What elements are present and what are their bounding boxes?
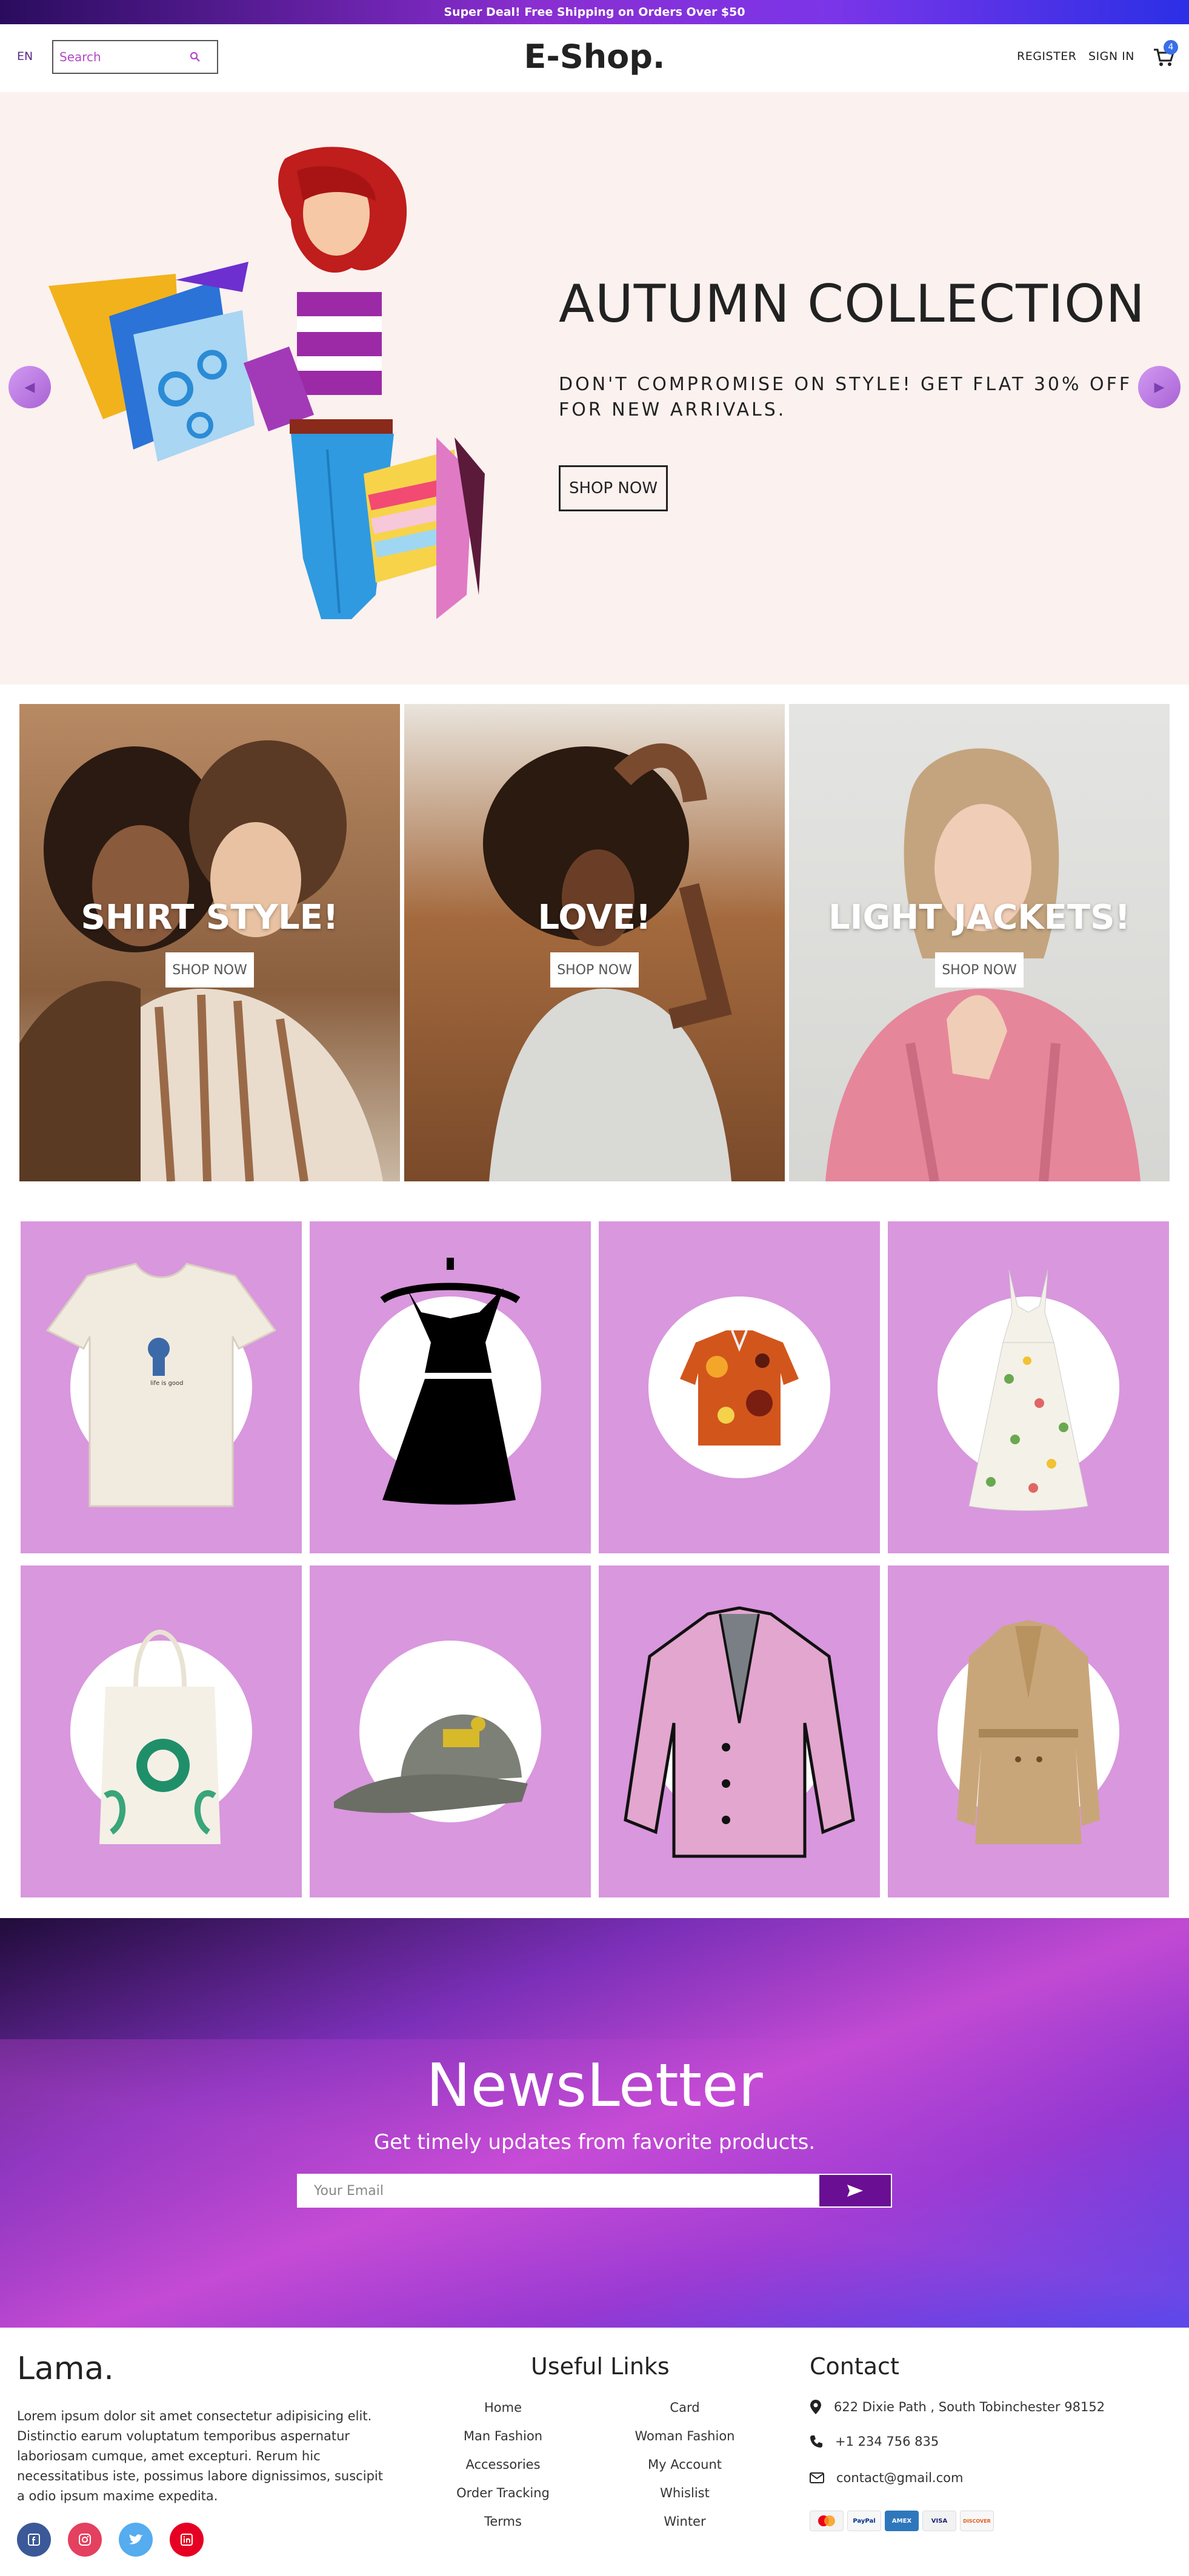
product-card-cap[interactable] (310, 1565, 591, 1897)
announcement-text: Super Deal! Free Shipping on Orders Over… (444, 5, 745, 19)
footer-link-woman-fashion[interactable]: Woman Fashion (594, 2429, 776, 2443)
tshirt-image: life is good (45, 1263, 277, 1507)
mastercard-icon (810, 2511, 844, 2531)
search-box[interactable] (52, 40, 218, 74)
search-input[interactable] (59, 50, 181, 64)
visa-icon: VISA (922, 2511, 956, 2531)
linkedin-icon[interactable] (170, 2523, 204, 2557)
paypal-label: PayPal (853, 2517, 876, 2525)
tote-bag-image (99, 1630, 221, 1844)
contact-phone: +1 234 756 835 (810, 2434, 939, 2449)
discover-icon: DISCOVER (960, 2511, 994, 2531)
category-card[interactable]: LIGHT JACKETS! SHOP NOW (789, 704, 1170, 1181)
visa-label: VISA (931, 2517, 948, 2525)
hero-description: DON'T COMPROMISE ON STYLE! GET FLAT 30% … (559, 374, 1133, 420)
category-image-jacket (825, 748, 1141, 1181)
facebook-icon[interactable] (17, 2523, 51, 2557)
category-shop-now-button[interactable]: SHOP NOW (935, 952, 1024, 988)
discover-label: DISCOVER (963, 2518, 991, 2524)
black-dress-image (380, 1258, 521, 1505)
useful-links-title: Useful Links (531, 2353, 670, 2380)
category-title: LOVE! (538, 898, 651, 937)
footer-link-home[interactable]: Home (412, 2400, 594, 2415)
footer-link-terms[interactable]: Terms (412, 2514, 594, 2529)
chevron-right-icon: ▶ (1154, 379, 1165, 395)
hero-illustration (48, 147, 485, 619)
address-text: 622 Dixie Path , South Tobinchester 9815… (834, 2400, 1105, 2414)
product-card-black-dress[interactable] (310, 1221, 591, 1553)
footer-link-accessories[interactable]: Accessories (412, 2457, 594, 2472)
instagram-icon[interactable] (68, 2523, 102, 2557)
chevron-left-icon: ◀ (24, 379, 35, 395)
language-selector[interactable]: EN (17, 50, 33, 63)
category-shop-now-button[interactable]: SHOP NOW (550, 952, 639, 988)
footer-brand: Lama. (17, 2351, 114, 2387)
cart-count-badge: 4 (1164, 40, 1178, 55)
amex-label: AMEX (891, 2517, 912, 2525)
contact-address: 622 Dixie Path , South Tobinchester 9815… (810, 2399, 1105, 2415)
product-card-floral-dress[interactable] (888, 1221, 1169, 1553)
product-card-tote-bag[interactable] (21, 1565, 302, 1897)
navbar: EN E-Shop. REGISTER SIGN IN 4 (0, 24, 1189, 92)
newsletter-section: NewsLetter Get timely updates from favor… (0, 1918, 1189, 2328)
send-icon (847, 2185, 863, 2197)
category-image-shirt (19, 740, 383, 1181)
pink-jacket-image (624, 1606, 855, 1858)
footer-link-wishlist[interactable]: Whislist (594, 2486, 776, 2500)
newsletter-subtitle: Get timely updates from favorite product… (373, 2130, 816, 2154)
register-link[interactable]: REGISTER (1017, 50, 1076, 63)
svg-text:life is good: life is good (150, 1380, 184, 1387)
newsletter-title: NewsLetter (426, 2051, 763, 2120)
slider-next-arrow[interactable]: ▶ (1138, 366, 1181, 408)
newsletter-send-button[interactable] (818, 2174, 892, 2208)
footer-link-order-tracking[interactable]: Order Tracking (412, 2486, 594, 2500)
product-card-hawaiian-shirt[interactable] (599, 1221, 880, 1553)
mail-icon (810, 2472, 824, 2483)
sign-in-link[interactable]: SIGN IN (1088, 50, 1134, 63)
footer-link-man-fashion[interactable]: Man Fashion (412, 2429, 594, 2443)
contact-title: Contact (810, 2353, 899, 2380)
category-image-love (483, 743, 732, 1181)
category-card[interactable]: LOVE! SHOP NOW (404, 704, 785, 1181)
phone-text: +1 234 756 835 (835, 2434, 939, 2449)
footer-description: Lorem ipsum dolor sit amet consectetur a… (17, 2409, 383, 2503)
category-shop-now-button[interactable]: SHOP NOW (165, 952, 254, 988)
hero-title: AUTUMN COLLECTION (559, 274, 1145, 334)
announcement-bar: Super Deal! Free Shipping on Orders Over… (0, 0, 1189, 24)
trench-coat-image (957, 1620, 1100, 1844)
category-card[interactable]: SHIRT STYLE! SHOP NOW (19, 704, 400, 1181)
category-title: LIGHT JACKETS! (828, 898, 1131, 937)
social-links (17, 2523, 204, 2557)
hero-shop-now-button[interactable]: SHOP NOW (559, 465, 668, 511)
footer-link-card[interactable]: Card (594, 2400, 776, 2415)
product-card-pink-jacket[interactable] (599, 1565, 880, 1897)
slider-prev-arrow[interactable]: ◀ (8, 366, 51, 408)
location-pin-icon (810, 2400, 821, 2414)
search-icon[interactable] (189, 51, 201, 63)
twitter-icon[interactable] (119, 2523, 153, 2557)
cap-image (334, 1714, 528, 1813)
product-card-tshirt[interactable]: life is good (21, 1221, 302, 1553)
newsletter-email-input[interactable] (297, 2174, 818, 2208)
hero-slider: AUTUMN COLLECTION DON'T COMPROMISE ON ST… (0, 92, 1189, 685)
footer: Lama. Lorem ipsum dolor sit amet consect… (0, 2328, 1189, 2576)
contact-email: contact@gmail.com (810, 2471, 963, 2485)
footer-link-my-account[interactable]: My Account (594, 2457, 776, 2472)
category-title: SHIRT STYLE! (81, 898, 339, 937)
paypal-icon: PayPal (847, 2511, 881, 2531)
product-card-trench-coat[interactable] (888, 1565, 1169, 1897)
amex-icon: AMEX (885, 2511, 919, 2531)
phone-icon (810, 2435, 822, 2448)
footer-link-winter[interactable]: Winter (594, 2514, 776, 2529)
floral-dress-image (968, 1269, 1088, 1511)
hawaiian-shirt-image (680, 1330, 799, 1446)
email-text: contact@gmail.com (836, 2471, 964, 2485)
